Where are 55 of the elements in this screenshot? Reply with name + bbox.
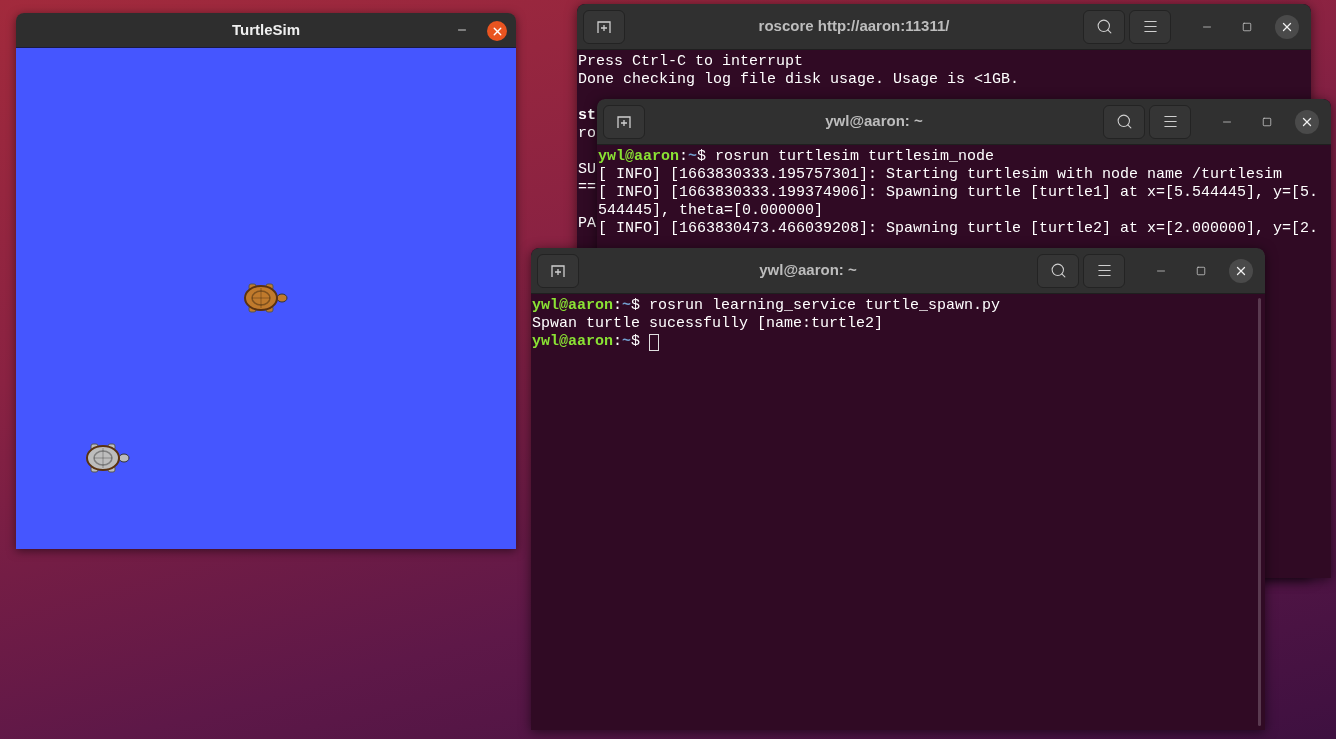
prompt-path: ~ [622,297,632,315]
menu-button[interactable] [1129,9,1171,44]
new-tab-button[interactable] [537,253,579,288]
menu-icon [1095,262,1113,279]
new-tab-button[interactable] [583,9,625,44]
prompt-symbol: $ [631,333,641,351]
output-text: SU [578,161,596,178]
command-text: rosrun learning_service turtle_spawn.py [649,297,1001,315]
menu-icon [1141,18,1159,35]
new-tab-button[interactable] [603,104,645,139]
output-text: Press Ctrl-C to interrupt [578,53,804,70]
prompt-symbol: $ [631,297,641,315]
output-text: [ INFO] [1663830473.466039208]: Spawning turtle [turtle2] at x=[2.000000], y=[2. [598,220,1319,237]
menu-icon [1161,113,1179,130]
search-icon [1049,262,1067,279]
close-button[interactable] [487,21,507,41]
search-icon [1095,18,1113,35]
maximize-icon [1242,21,1252,32]
output-text: ro [578,125,596,142]
output-text: Done checking log file disk usage. Usage is <1GB. [578,71,1020,88]
window-title: ywl@aaron: ~ [759,260,857,281]
maximize-icon [1196,265,1206,276]
prompt-path: ~ [622,333,632,351]
new-tab-icon [616,113,632,130]
output-text: [ INFO] [1663830333.199374906]: Spawning turtle [turtle1] at x=[5.544445], y=[5. [598,184,1319,201]
prompt-user: ywl@aaron [598,148,679,166]
search-button[interactable] [1083,9,1125,44]
prompt-separator: : [613,333,623,351]
prompt-user: ywl@aaron [532,333,613,351]
prompt-path: ~ [688,148,698,166]
output-text: [ INFO] [1663830333.195757301]: Starting turtlesim with node name /turtlesim [598,166,1283,183]
command-text: rosrun turtlesim turtlesim_node [715,148,995,166]
output-text: == [578,179,596,196]
close-button[interactable] [1295,109,1319,134]
menu-button[interactable] [1083,253,1125,288]
new-tab-icon [596,18,612,35]
window-title: roscore http://aaron:11311/ [758,16,950,37]
window-title: TurtleSim [231,19,301,40]
close-button[interactable] [1229,258,1253,283]
menu-button[interactable] [1149,104,1191,139]
output-text: 544445], theta=[0.000000] [598,202,824,219]
maximize-icon [1262,116,1272,127]
close-button[interactable] [1275,14,1299,39]
new-tab-icon [550,262,566,279]
search-button[interactable] [1103,104,1145,139]
prompt-separator: : [613,297,623,315]
search-icon [1115,113,1133,130]
output-text: PA [578,215,596,232]
output-text: Spwan turtle sucessfully [name:turtle2] [532,315,884,332]
prompt-user: ywl@aaron [532,297,613,315]
prompt-symbol: $ [697,148,707,166]
search-button[interactable] [1037,253,1079,288]
output-text: st [578,107,596,124]
window-title: ywl@aaron: ~ [825,111,923,132]
prompt-separator: : [679,148,689,166]
